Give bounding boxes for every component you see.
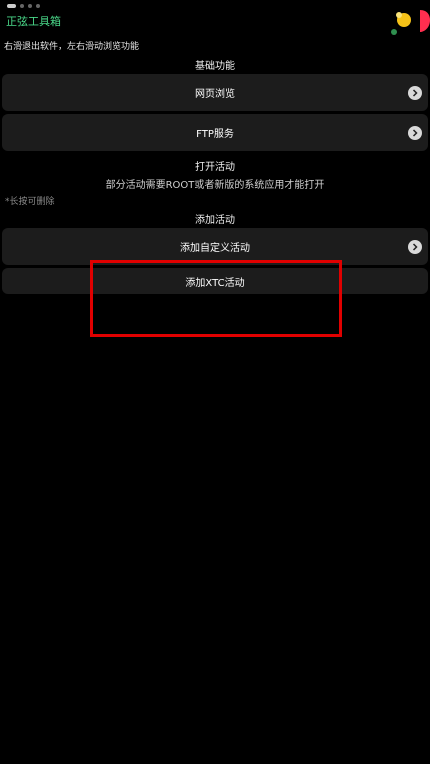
page-dot — [36, 4, 40, 8]
open-activity-subtitle: 部分活动需要ROOT或者新版的系统应用才能打开 — [105, 180, 325, 191]
page-dot — [20, 4, 24, 8]
web-browse-label: 网页浏览 — [195, 89, 235, 100]
section-title-add-activity: 添加活动 — [195, 215, 235, 226]
chevron-right-icon — [408, 85, 422, 100]
ftp-service-label: FTP服务 — [196, 129, 234, 140]
page-indicator — [7, 4, 40, 8]
chevron-right-icon — [408, 239, 422, 254]
page-dot-active — [7, 4, 16, 8]
app-title: 正弦工具箱 — [6, 15, 61, 28]
ftp-service-button[interactable]: FTP服务 — [2, 114, 428, 151]
decorative-leaf-icon — [391, 29, 397, 35]
section-title-open-activity: 打开活动 — [195, 162, 235, 173]
section-title-basic: 基础功能 — [195, 61, 235, 72]
page-dot — [28, 4, 32, 8]
chevron-right-icon — [408, 125, 422, 140]
add-custom-activity-label: 添加自定义活动 — [180, 243, 250, 254]
long-press-delete-note: *长按可删除 — [5, 197, 55, 207]
highlight-box — [90, 260, 342, 337]
web-browse-button[interactable]: 网页浏览 — [2, 74, 428, 111]
swipe-hint: 右滑退出软件，左右滑动浏览功能 — [4, 42, 140, 52]
